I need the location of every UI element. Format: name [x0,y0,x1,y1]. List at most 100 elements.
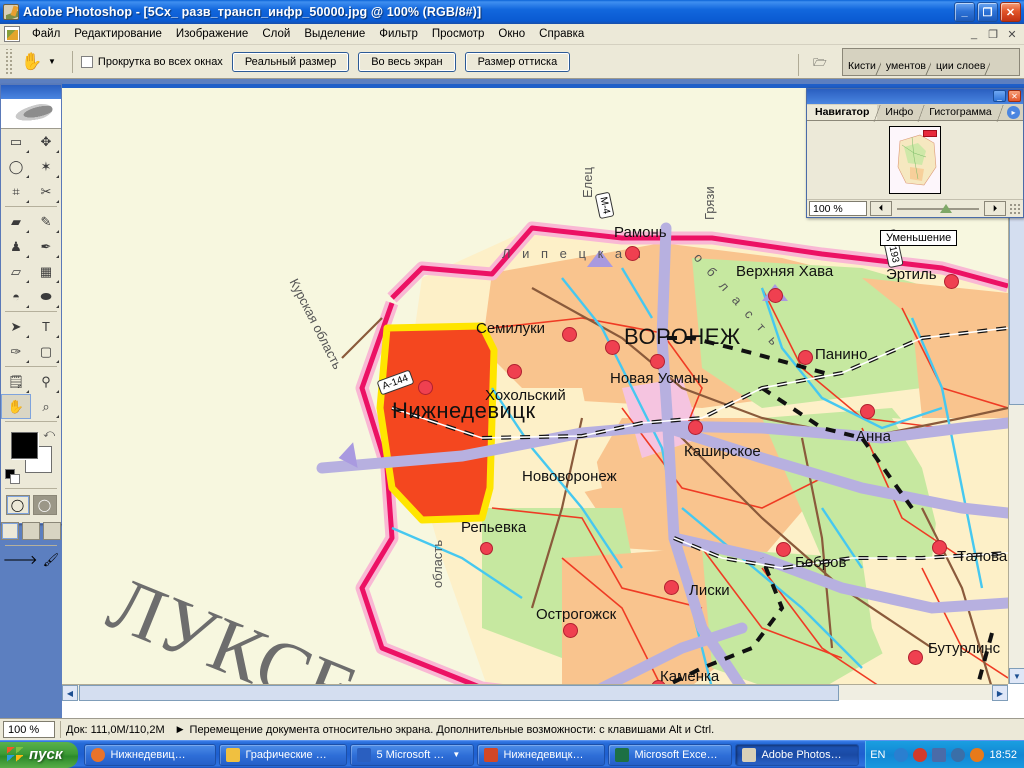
print-size-button[interactable]: Размер оттиска [465,52,571,72]
menu-item-help[interactable]: Справка [532,26,591,42]
palette-resize-grip[interactable] [1009,203,1021,215]
taskbar-item-folder[interactable]: Графические … [219,744,347,766]
file-browser-icon[interactable]: 🗁 [807,50,833,76]
taskbar-item-firefox[interactable]: Нижнедевиц… [84,744,216,766]
palette-tab-tool-presets[interactable]: ументов [881,49,931,75]
standard-mode-button[interactable]: ◯ [6,495,30,515]
tool-notes[interactable]: 🗒 [1,369,31,394]
scroll-right-button[interactable]: ▶ [992,685,1008,701]
start-button[interactable]: пуск [0,742,78,768]
zoom-out-icon[interactable]: ⏴ [870,201,892,216]
fit-on-screen-button[interactable]: Во весь экран [358,52,455,72]
palette-tab-layer-comps[interactable]: ции слоев [931,49,990,75]
jump-to-app-icon[interactable]: 🖌 [43,552,60,568]
scroll-all-windows-checkbox[interactable]: Прокрутка во всех окнах [81,56,223,68]
update-icon[interactable] [970,748,984,762]
zoom-slider-thumb[interactable] [940,204,952,213]
scroll-down-button[interactable]: ▼ [1009,668,1024,684]
tool-pen[interactable]: ✑ [1,339,31,364]
navigator-close-button[interactable]: ✕ [1008,90,1021,102]
status-menu-arrow-icon[interactable]: ▶ [177,724,184,735]
navigator-view-box[interactable] [923,130,937,137]
document-minimize-button[interactable]: _ [966,27,982,41]
minimize-button[interactable]: _ [954,2,975,22]
default-colors-icon[interactable] [5,469,17,481]
tool-magic-wand[interactable]: ✶ [31,154,61,179]
menu-item-select[interactable]: Выделение [297,26,372,42]
network-icon[interactable] [932,748,946,762]
taskbar-item-excel[interactable]: Microsoft Exce… [608,744,732,766]
tool-eyedropper[interactable]: ⚲ [31,369,61,394]
navigator-thumbnail[interactable] [889,126,941,194]
antivirus-icon[interactable] [913,748,927,762]
quick-mask-mode-button[interactable]: ◯ [33,495,57,515]
document-restore-button[interactable]: ❐ [985,27,1001,41]
navigator-window-controls: _ ✕ [993,90,1021,102]
taskbar-item-word-group[interactable]: 5 Microsoft … ▼ [350,744,474,766]
canvas-horizontal-scrollbar[interactable]: ◀ ▶ [62,684,1008,700]
menu-item-file[interactable]: Файл [25,26,67,42]
hand-tool-icon[interactable]: ✋ [17,49,47,75]
zoom-in-icon[interactable]: ⏵ [984,201,1006,216]
menu-item-window[interactable]: Окно [491,26,532,42]
tool-shape[interactable]: ▢ [31,339,61,364]
tool-slice[interactable]: ✂ [31,179,61,204]
palette-menu-icon[interactable]: ▸ [1007,106,1020,119]
show-hidden-icons-icon[interactable] [894,748,908,762]
tool-hand[interactable]: ✋ [1,394,31,419]
tool-path-selection[interactable]: ➤ [1,314,31,339]
document-close-button[interactable]: ✕ [1004,27,1020,41]
menu-item-image[interactable]: Изображение [169,26,255,42]
horizontal-scroll-thumb[interactable] [79,685,839,701]
volume-icon[interactable] [951,748,965,762]
chevron-down-icon[interactable]: ▼ [48,57,56,66]
tool-healing-brush[interactable]: ▰ [1,209,31,234]
tool-blur[interactable]: ◓ [1,284,31,309]
language-indicator[interactable]: EN [870,749,885,761]
swap-colors-icon[interactable]: ⤺ [43,428,55,441]
navigator-title-bar[interactable]: _ ✕ [807,89,1023,104]
menu-item-view[interactable]: Просмотр [425,26,492,42]
tool-eraser[interactable]: ▱ [1,259,31,284]
menu-item-layer[interactable]: Слой [255,26,297,42]
palette-tab-brushes[interactable]: Кисти [843,49,881,75]
navigator-thumbnail-area[interactable] [807,121,1023,199]
tool-brush[interactable]: ✎ [31,209,61,234]
status-zoom-field[interactable]: 100 % [3,721,55,738]
taskbar-item-powerpoint[interactable]: Нижнедевицк… [477,744,605,766]
application-title-bar[interactable]: Adobe Photoshop - [5Cx_ разв_трансп_инфр… [0,0,1024,24]
standard-screen-mode-button[interactable] [1,522,19,540]
tool-type[interactable]: T [31,314,61,339]
full-screen-menubar-mode-button[interactable] [22,522,40,540]
tab-navigator[interactable]: Навигатор [807,105,877,120]
toolbox-title-bar[interactable] [1,85,61,99]
taskbar-item-photoshop[interactable]: Adobe Photos… [735,744,859,766]
tool-dodge[interactable]: ⬬ [31,284,61,309]
jump-to-imageready-icon[interactable]: 🡒 [3,552,38,568]
menu-item-edit[interactable]: Редактирование [67,26,169,42]
full-screen-mode-button[interactable] [43,522,61,540]
checkbox-box[interactable] [81,56,93,68]
tool-gradient[interactable]: ▦ [31,259,61,284]
tool-move[interactable]: ✥ [31,129,61,154]
menu-item-filter[interactable]: Фильтр [372,26,425,42]
tool-lasso[interactable]: ◯ [1,154,31,179]
tool-zoom[interactable]: ⌕ [31,394,61,419]
close-button[interactable]: ✕ [1000,2,1021,22]
zoom-slider[interactable] [895,201,981,216]
tool-rectangular-marquee[interactable]: ▭ [1,129,31,154]
scroll-left-button[interactable]: ◀ [62,685,78,701]
tool-crop[interactable]: ⌗ [1,179,31,204]
actual-size-button[interactable]: Реальный размер [232,52,349,72]
tool-clone-stamp[interactable]: ♟ [1,234,31,259]
options-bar-grip[interactable] [4,49,13,75]
foreground-color-swatch[interactable] [11,432,38,459]
tab-histogram[interactable]: Гистограмма [921,105,1000,120]
navigator-zoom-field[interactable]: 100 % [809,201,867,216]
taskbar-clock[interactable]: 18:52 [989,749,1017,761]
tab-info[interactable]: Инфо [877,105,921,120]
navigator-minimize-button[interactable]: _ [993,90,1006,102]
tool-history-brush[interactable]: ✒ [31,234,61,259]
maximize-button[interactable]: ❐ [977,2,998,22]
chevron-down-icon[interactable]: ▼ [452,750,460,759]
